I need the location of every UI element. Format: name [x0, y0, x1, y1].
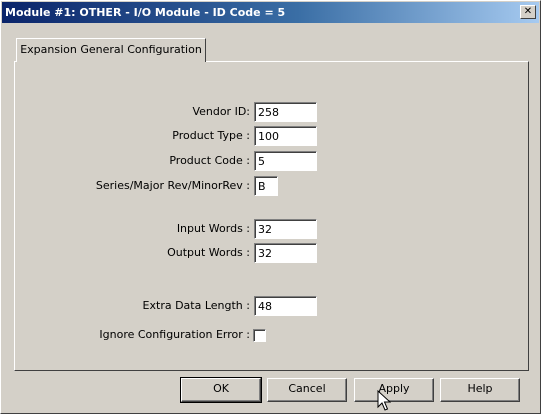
close-button[interactable]: ✕	[520, 5, 536, 19]
dialog-window: Module #1: OTHER - I/O Module - ID Code …	[0, 0, 541, 414]
input-words-label: Input Words :	[176, 222, 250, 235]
series-rev-label: Series/Major Rev/MinorRev :	[95, 179, 250, 192]
ok-button[interactable]: OK	[180, 377, 262, 403]
vendor-id-label: Vendor ID:	[192, 105, 250, 118]
extra-data-length-field[interactable]	[254, 296, 317, 316]
input-words-field[interactable]	[254, 219, 317, 239]
title-bar[interactable]: Module #1: OTHER - I/O Module - ID Code …	[2, 2, 539, 23]
vendor-id-field[interactable]	[254, 102, 317, 122]
tab-label: Expansion General Configuration	[20, 43, 202, 56]
output-words-field[interactable]	[254, 243, 317, 263]
product-type-label: Product Type :	[172, 129, 250, 142]
extra-data-length-label: Extra Data Length :	[142, 299, 250, 312]
apply-button[interactable]: Apply	[354, 378, 434, 402]
cancel-button[interactable]: Cancel	[267, 378, 347, 402]
output-words-label: Output Words :	[167, 246, 250, 259]
arrow-pointer-icon	[377, 390, 391, 411]
help-button[interactable]: Help	[440, 378, 520, 402]
close-icon: ✕	[523, 6, 533, 17]
window-title: Module #1: OTHER - I/O Module - ID Code …	[5, 6, 286, 19]
product-code-label: Product Code :	[169, 154, 250, 167]
product-code-field[interactable]	[254, 151, 317, 171]
ignore-config-error-label: Ignore Configuration Error :	[99, 328, 250, 341]
tab-expansion-general-configuration[interactable]: Expansion General Configuration	[16, 38, 206, 62]
ignore-config-error-checkbox[interactable]	[253, 329, 266, 342]
series-rev-field[interactable]	[254, 176, 278, 196]
product-type-field[interactable]	[254, 126, 317, 146]
